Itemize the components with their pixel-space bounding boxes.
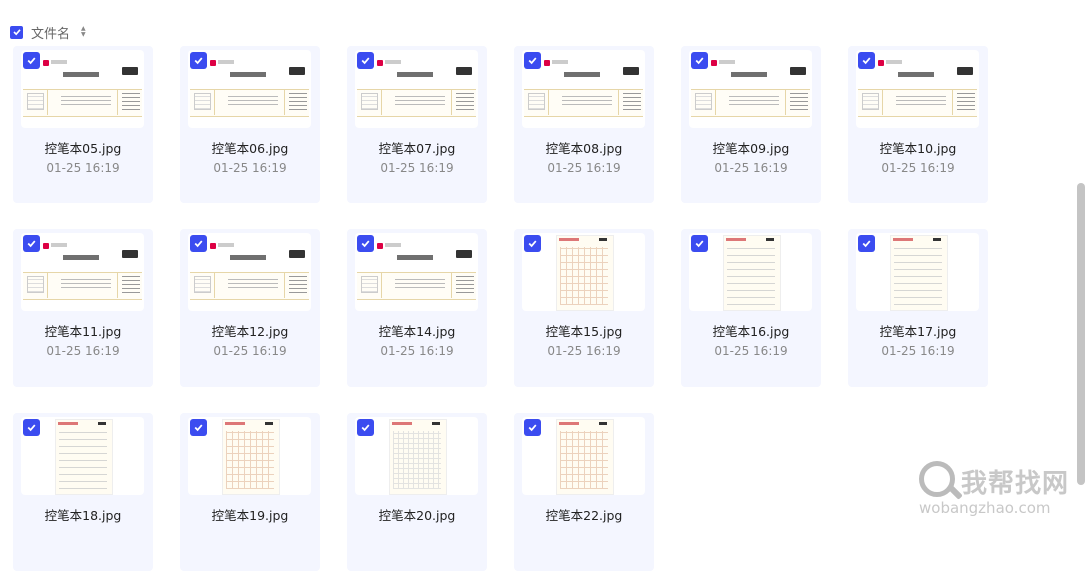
check-icon — [194, 57, 203, 65]
file-date: 01-25 16:19 — [881, 161, 955, 175]
file-name[interactable]: 控笔本08.jpg — [514, 138, 654, 157]
file-date: 01-25 16:19 — [213, 344, 287, 358]
file-checkbox[interactable] — [23, 419, 40, 436]
check-icon — [528, 424, 537, 432]
file-date: 01-25 16:19 — [46, 344, 120, 358]
check-icon — [27, 424, 36, 432]
file-card[interactable]: 控笔本06.jpg 01-25 16:19 — [180, 46, 320, 203]
file-card[interactable]: 控笔本12.jpg 01-25 16:19 — [180, 229, 320, 387]
file-name[interactable]: 控笔本19.jpg — [180, 505, 320, 524]
check-icon — [27, 57, 36, 65]
file-date: 01-25 16:19 — [881, 344, 955, 358]
file-card[interactable]: 控笔本19.jpg — [180, 413, 320, 571]
check-icon — [194, 424, 203, 432]
check-icon — [528, 57, 537, 65]
file-card[interactable]: 控笔本17.jpg 01-25 16:19 — [848, 229, 988, 387]
file-date: 01-25 16:19 — [213, 161, 287, 175]
file-card[interactable]: 控笔本20.jpg — [347, 413, 487, 571]
file-name[interactable]: 控笔本18.jpg — [13, 505, 153, 524]
check-icon — [27, 240, 36, 248]
file-checkbox[interactable] — [190, 235, 207, 252]
sort-icon[interactable]: ▲ ▼ — [81, 26, 86, 38]
sort-down-icon: ▼ — [81, 31, 86, 38]
file-card[interactable]: 控笔本15.jpg 01-25 16:19 — [514, 229, 654, 387]
file-card[interactable]: 控笔本07.jpg 01-25 16:19 — [347, 46, 487, 203]
file-card[interactable]: 控笔本16.jpg 01-25 16:19 — [681, 229, 821, 387]
file-date: 01-25 16:19 — [380, 161, 454, 175]
file-name[interactable]: 控笔本22.jpg — [514, 505, 654, 524]
file-date: 01-25 16:19 — [46, 161, 120, 175]
file-checkbox[interactable] — [357, 419, 374, 436]
file-date: 01-25 16:19 — [547, 161, 621, 175]
check-icon — [695, 240, 704, 248]
file-date: 01-25 16:19 — [547, 344, 621, 358]
file-card[interactable]: 控笔本18.jpg — [13, 413, 153, 571]
file-name[interactable]: 控笔本10.jpg — [848, 138, 988, 157]
file-checkbox[interactable] — [524, 52, 541, 69]
file-checkbox[interactable] — [524, 419, 541, 436]
file-name[interactable]: 控笔本12.jpg — [180, 321, 320, 340]
file-name[interactable]: 控笔本06.jpg — [180, 138, 320, 157]
file-name[interactable]: 控笔本16.jpg — [681, 321, 821, 340]
file-name[interactable]: 控笔本17.jpg — [848, 321, 988, 340]
file-card[interactable]: 控笔本11.jpg 01-25 16:19 — [13, 229, 153, 387]
file-name[interactable]: 控笔本15.jpg — [514, 321, 654, 340]
vertical-scrollbar[interactable] — [1077, 183, 1085, 485]
check-icon — [862, 57, 871, 65]
watermark: 我帮找网 wobangzhao.com — [917, 459, 1077, 519]
file-card[interactable]: 控笔本22.jpg — [514, 413, 654, 571]
file-name[interactable]: 控笔本09.jpg — [681, 138, 821, 157]
file-checkbox[interactable] — [190, 52, 207, 69]
file-card[interactable]: 控笔本10.jpg 01-25 16:19 — [848, 46, 988, 203]
select-all-checkbox[interactable] — [10, 25, 23, 39]
file-checkbox[interactable] — [858, 235, 875, 252]
file-name[interactable]: 控笔本05.jpg — [13, 138, 153, 157]
check-icon — [361, 57, 370, 65]
file-name[interactable]: 控笔本20.jpg — [347, 505, 487, 524]
file-checkbox[interactable] — [524, 235, 541, 252]
file-card[interactable]: 控笔本08.jpg 01-25 16:19 — [514, 46, 654, 203]
watermark-cn-text: 我帮找网 — [961, 469, 1070, 499]
file-date: 01-25 16:19 — [380, 344, 454, 358]
file-checkbox[interactable] — [357, 52, 374, 69]
file-checkbox[interactable] — [691, 52, 708, 69]
file-name[interactable]: 控笔本07.jpg — [347, 138, 487, 157]
check-icon — [528, 240, 537, 248]
file-checkbox[interactable] — [357, 235, 374, 252]
file-date: 01-25 16:19 — [714, 344, 788, 358]
file-card[interactable]: 控笔本14.jpg 01-25 16:19 — [347, 229, 487, 387]
check-icon — [361, 240, 370, 248]
file-checkbox[interactable] — [691, 235, 708, 252]
file-name[interactable]: 控笔本14.jpg — [347, 321, 487, 340]
file-card[interactable]: 控笔本05.jpg 01-25 16:19 — [13, 46, 153, 203]
file-checkbox[interactable] — [190, 419, 207, 436]
check-icon — [361, 424, 370, 432]
file-checkbox[interactable] — [23, 235, 40, 252]
file-card[interactable]: 控笔本09.jpg 01-25 16:19 — [681, 46, 821, 203]
list-header: 文件名 ▲ ▼ — [10, 22, 86, 42]
check-icon — [12, 29, 21, 36]
file-checkbox[interactable] — [23, 52, 40, 69]
file-grid: 控笔本05.jpg 01-25 16:19 控笔本06.jpg 01-25 16:19… — [13, 46, 988, 571]
file-date: 01-25 16:19 — [714, 161, 788, 175]
check-icon — [194, 240, 203, 248]
filename-sort-label[interactable]: 文件名 — [31, 23, 70, 42]
file-name[interactable]: 控笔本11.jpg — [13, 321, 153, 340]
file-checkbox[interactable] — [858, 52, 875, 69]
watermark-en-text: wobangzhao.com — [919, 499, 1051, 517]
check-icon — [695, 57, 704, 65]
check-icon — [862, 240, 871, 248]
